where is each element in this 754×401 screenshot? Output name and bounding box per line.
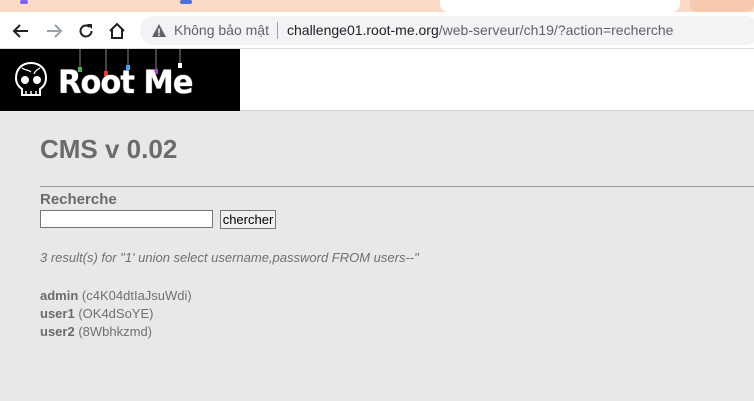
root-me-logo[interactable]: Root Me bbox=[0, 49, 240, 111]
tab-favicon bbox=[180, 0, 192, 4]
list-item: user1 (OK4dSoYE) bbox=[40, 305, 192, 323]
result-summary: 3 result(s) for "1' union select usernam… bbox=[40, 250, 419, 265]
url-path: /web-serveur/ch19/?action=recherche bbox=[438, 22, 674, 38]
page-title: CMS v 0.02 bbox=[40, 134, 178, 164]
home-icon bbox=[109, 22, 125, 39]
active-tab[interactable] bbox=[440, 0, 680, 12]
search-button[interactable]: chercher bbox=[220, 210, 276, 229]
list-item: admin (c4K04dtIaJsuWdi) bbox=[40, 287, 192, 305]
horizontal-rule bbox=[40, 186, 754, 187]
result-username: admin bbox=[40, 288, 79, 303]
arrow-left-icon bbox=[12, 24, 28, 38]
reload-button[interactable] bbox=[73, 18, 99, 44]
tab-favicon bbox=[20, 0, 28, 4]
results-list: admin (c4K04dtIaJsuWdi) user1 (OK4dSoYE)… bbox=[40, 287, 192, 341]
list-item: user2 (8Wbhkzmd) bbox=[40, 323, 192, 341]
result-username: user1 bbox=[40, 306, 75, 321]
main-content: CMS v 0.02 Recherche chercher 3 result(s… bbox=[0, 112, 754, 401]
search-input[interactable] bbox=[40, 210, 213, 228]
browser-tab[interactable] bbox=[690, 0, 754, 12]
search-heading: Recherche bbox=[40, 191, 117, 208]
site-header: Root Me bbox=[0, 49, 754, 111]
url-text[interactable]: challenge01.root-me.org/web-serveur/ch19… bbox=[287, 22, 673, 38]
forward-button[interactable] bbox=[41, 18, 67, 44]
back-button[interactable] bbox=[8, 18, 34, 44]
address-bar[interactable]: Không bảo mật challenge01.root-me.org/we… bbox=[140, 16, 754, 45]
logo-wordmark: Root Me bbox=[58, 63, 193, 101]
home-button[interactable] bbox=[104, 18, 130, 44]
result-password: (8Wbhkzmd) bbox=[78, 324, 153, 339]
result-username: user2 bbox=[40, 324, 75, 339]
arrow-right-icon bbox=[47, 24, 63, 38]
browser-toolbar: Không bảo mật challenge01.root-me.org/we… bbox=[0, 12, 754, 49]
result-password: (OK4dSoYE) bbox=[78, 306, 154, 321]
security-status[interactable]: Không bảo mật bbox=[174, 22, 269, 38]
warning-icon[interactable] bbox=[151, 23, 167, 39]
browser-tab-strip bbox=[0, 0, 754, 12]
skull-icon bbox=[14, 61, 48, 96]
reload-icon bbox=[79, 24, 93, 38]
url-host: challenge01.root-me.org bbox=[287, 22, 439, 38]
result-password: (c4K04dtIaJsuWdi) bbox=[81, 288, 192, 303]
divider bbox=[277, 22, 278, 39]
